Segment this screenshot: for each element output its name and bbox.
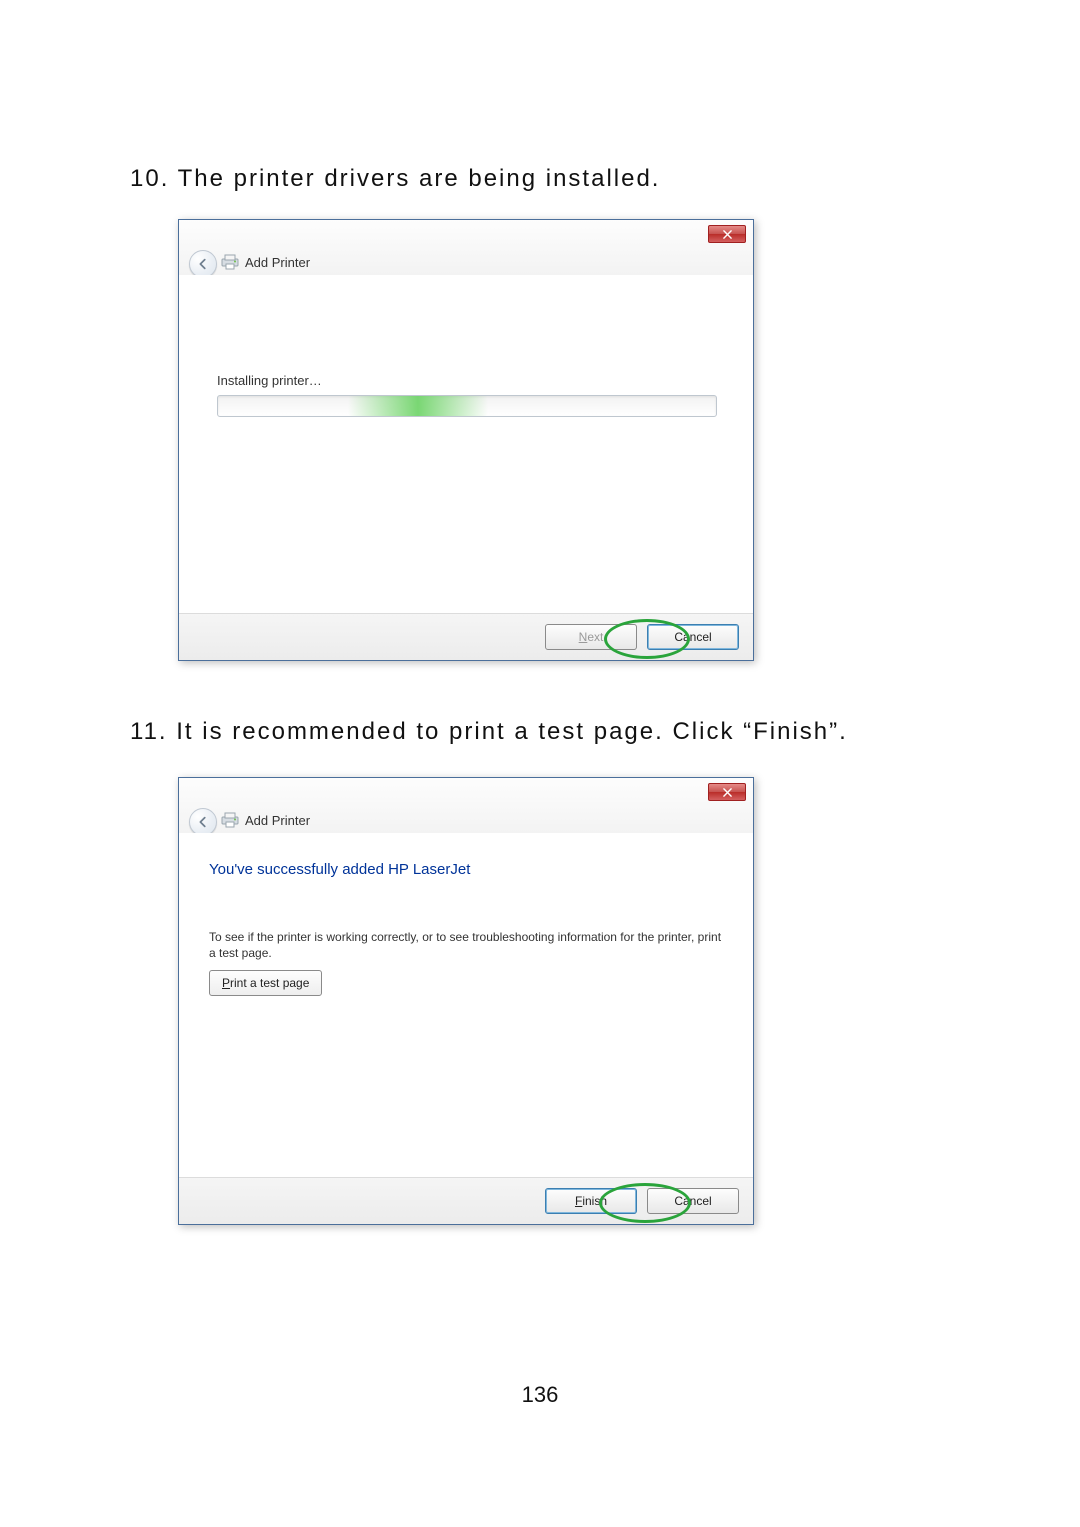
close-icon	[723, 230, 732, 239]
dialog-header: Add Printer	[179, 220, 753, 276]
dialog-title-row: Add Printer	[221, 254, 310, 270]
cancel-button[interactable]: Cancel	[647, 1188, 739, 1214]
progress-indeterminate-shine	[348, 396, 488, 416]
close-button[interactable]	[708, 783, 746, 801]
add-printer-dialog-installing: Add Printer Installing printer… Next Can…	[178, 219, 754, 661]
progress-bar	[217, 395, 717, 417]
printer-icon	[221, 254, 239, 270]
progress-label: Installing printer…	[217, 373, 322, 388]
page-number: 136	[0, 1382, 1080, 1408]
doc-step-11: 11. It is recommended to print a test pa…	[130, 718, 950, 746]
success-heading: You've successfully added HP LaserJet	[209, 861, 470, 878]
dialog-footer: Next Cancel	[179, 613, 753, 660]
dialog-title-row: Add Printer	[221, 812, 310, 828]
close-button[interactable]	[708, 225, 746, 243]
dialog-header: Add Printer	[179, 778, 753, 834]
add-printer-dialog-success: Add Printer You've successfully added HP…	[178, 777, 754, 1225]
dialog-body: You've successfully added HP LaserJet To…	[179, 833, 753, 1178]
dialog-footer: Finish Cancel	[179, 1177, 753, 1224]
finish-button[interactable]: Finish	[545, 1188, 637, 1214]
print-test-page-button[interactable]: Print a test page	[209, 970, 322, 996]
back-button[interactable]	[189, 808, 217, 836]
close-icon	[723, 788, 732, 797]
back-arrow-icon	[196, 257, 210, 271]
next-button: Next	[545, 624, 637, 650]
dialog-body: Installing printer…	[179, 275, 753, 614]
dialog-title: Add Printer	[245, 255, 310, 270]
back-arrow-icon	[196, 815, 210, 829]
cancel-button[interactable]: Cancel	[647, 624, 739, 650]
description-text: To see if the printer is working correct…	[209, 929, 723, 961]
back-button[interactable]	[189, 250, 217, 278]
doc-step-10: 10. The printer drivers are being instal…	[130, 165, 950, 193]
dialog-title: Add Printer	[245, 813, 310, 828]
printer-icon	[221, 812, 239, 828]
